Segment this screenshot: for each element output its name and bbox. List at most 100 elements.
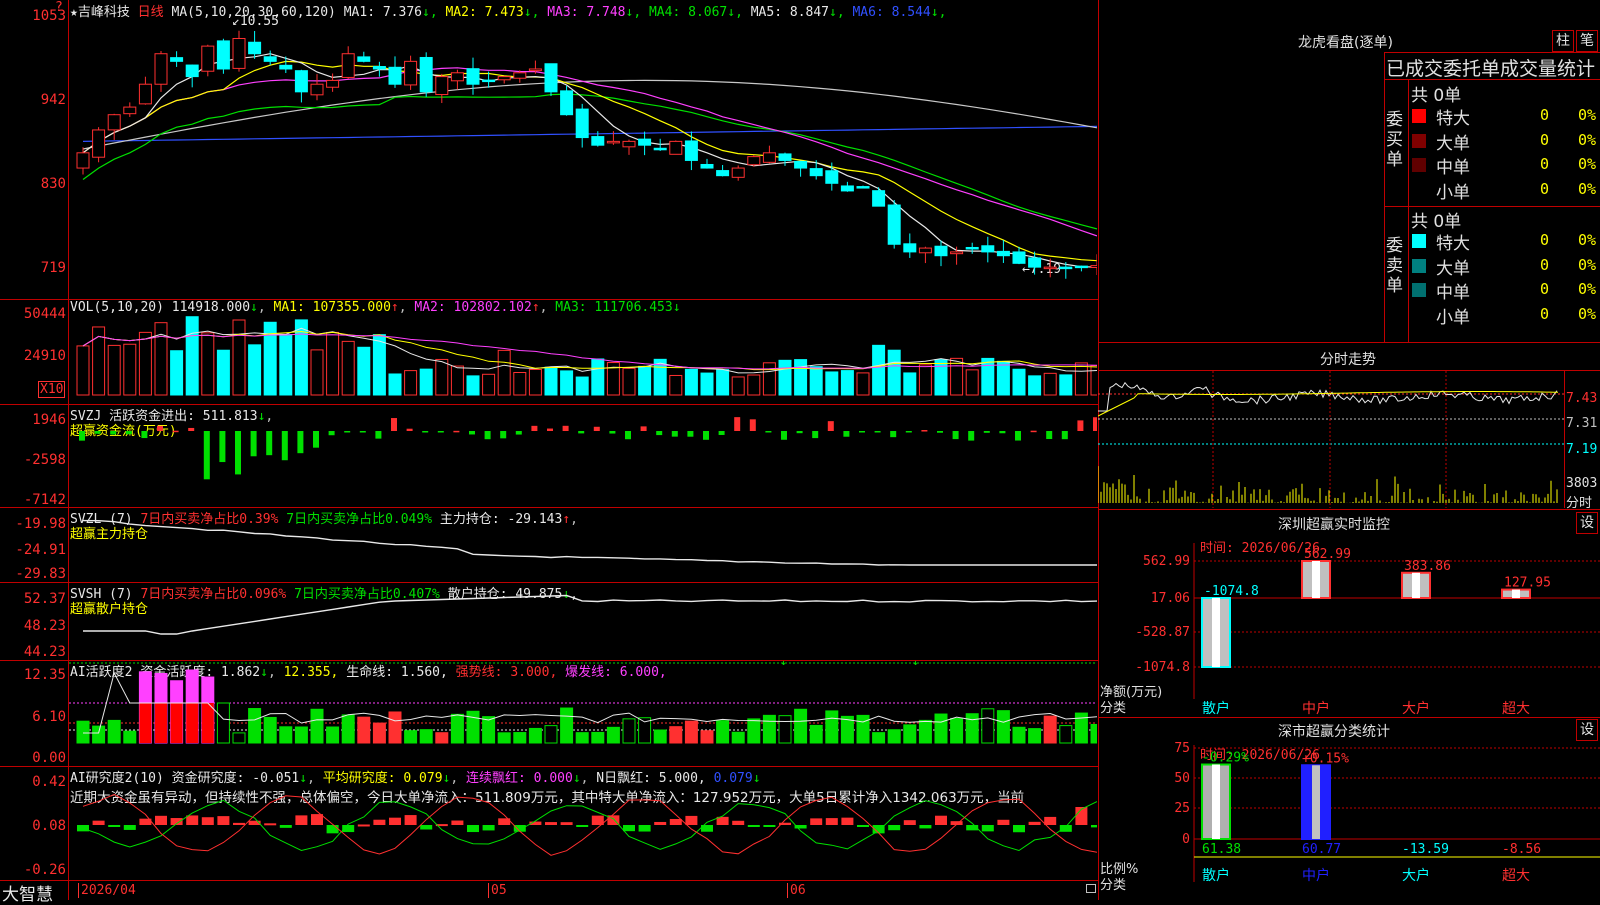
retail-holding-chart[interactable] xyxy=(69,583,1097,660)
research-bar xyxy=(108,825,121,827)
volume-chart[interactable] xyxy=(69,300,1097,404)
flow-bar xyxy=(827,421,834,431)
volume-bar xyxy=(1074,362,1088,396)
volume-bar xyxy=(1012,368,1026,396)
order-type-label: 特大 xyxy=(1436,109,1470,129)
flow-bar xyxy=(79,431,85,441)
order-count: 0 xyxy=(1540,255,1550,274)
main-holding-chart[interactable] xyxy=(69,508,1097,582)
volume-bar xyxy=(528,368,542,396)
volume-bar xyxy=(918,364,932,396)
candle xyxy=(357,56,371,62)
research-bar xyxy=(467,825,479,833)
bar-value: 127.95 xyxy=(1504,576,1551,591)
flow-bar xyxy=(1030,430,1037,433)
candle xyxy=(341,53,355,78)
bottom-value: 61.38 xyxy=(1202,842,1241,857)
arrow-icon: ↓ xyxy=(912,661,919,668)
ai-activity-chart[interactable]: ↓ ↓ xyxy=(69,661,1097,766)
candlestick-chart[interactable] xyxy=(69,0,1097,299)
flow-bar xyxy=(250,431,257,457)
bar-value: 383.86 xyxy=(1404,559,1451,574)
candle xyxy=(1090,265,1097,269)
flow-bar xyxy=(219,431,226,463)
activity-bar xyxy=(263,716,277,744)
order-type-label: 中单 xyxy=(1436,283,1470,303)
lock-icon[interactable] xyxy=(1086,884,1096,893)
candle xyxy=(856,186,870,189)
flow-bar xyxy=(718,431,725,435)
activity-bar xyxy=(92,725,106,744)
volume-bar xyxy=(248,344,262,396)
candle xyxy=(279,64,293,70)
month-06: 06 xyxy=(787,883,806,898)
order-pct: 0% xyxy=(1578,280,1597,298)
activity-bar xyxy=(747,718,761,744)
flow-bar xyxy=(781,431,787,440)
volume-bar xyxy=(965,369,979,396)
sz-settings-button[interactable]: 设 xyxy=(1576,512,1598,534)
research-bar xyxy=(389,817,401,825)
flow-bar xyxy=(453,430,460,433)
volume-bar xyxy=(1059,374,1073,396)
activity-bar xyxy=(544,725,558,744)
flow-bar xyxy=(1093,417,1097,431)
candle xyxy=(419,56,433,93)
sz-tick: -528.87 xyxy=(1135,625,1190,640)
bar-mode-button[interactable]: 柱 xyxy=(1552,30,1574,52)
volume-bar xyxy=(778,359,792,396)
ma-line xyxy=(82,67,1097,237)
order-type-label: 大单 xyxy=(1436,258,1470,279)
volume-bar xyxy=(825,371,839,396)
volume-bar xyxy=(887,349,901,396)
pen-mode-button[interactable]: 笔 xyxy=(1576,30,1598,52)
research-bar xyxy=(201,817,214,825)
sh-tick: 75 xyxy=(1174,741,1190,756)
flow-bar xyxy=(188,427,195,431)
candle xyxy=(825,170,839,184)
flow-bar xyxy=(905,431,912,433)
ai-research-chart[interactable] xyxy=(69,767,1097,880)
volume-bar xyxy=(404,370,418,396)
flow-bar xyxy=(141,431,148,439)
candle xyxy=(840,185,854,192)
category-label: 散户 xyxy=(1202,867,1230,884)
activity-bar xyxy=(918,719,932,744)
research-bar xyxy=(186,815,199,825)
sh-stats-chart[interactable]: 75 50 25 0 -0.29% +0.15% 61.38 60.77 -13.59 -8.56… xyxy=(1098,740,1600,900)
flow-bar xyxy=(297,431,304,454)
price-tick: 1053 xyxy=(32,8,66,24)
candle xyxy=(123,106,137,115)
volume-bar xyxy=(419,368,433,396)
volume-bar xyxy=(232,319,246,396)
sz-tick: 562.99 xyxy=(1143,554,1190,569)
ai-research-tick: -0.26 xyxy=(23,862,66,878)
volume-bar xyxy=(731,376,745,396)
price-tick: 942 xyxy=(40,92,66,108)
volume-bar xyxy=(372,334,386,396)
sz-monitor-chart[interactable]: 562.99 17.06 -528.87 -1074.8 -1074.8 散户 562.99… xyxy=(1098,533,1600,716)
intraday-chart[interactable] xyxy=(1098,371,1564,508)
candle xyxy=(138,83,152,105)
sh-settings-button[interactable]: 设 xyxy=(1576,719,1598,741)
research-bar xyxy=(545,822,557,825)
candle xyxy=(1028,257,1042,268)
capital-flow-chart[interactable] xyxy=(69,405,1097,507)
candle xyxy=(154,53,168,85)
activity-bar xyxy=(950,717,964,744)
arrow-icon: ↓ xyxy=(780,661,787,668)
candle xyxy=(497,76,511,81)
ma-line xyxy=(82,60,1097,262)
research-bar xyxy=(623,825,635,832)
order-pct: 0% xyxy=(1578,304,1597,323)
legend-swatch xyxy=(1412,109,1426,123)
volume-bar xyxy=(435,358,449,396)
candle xyxy=(591,136,605,146)
price-tick: 719 xyxy=(40,260,66,276)
sh-stats-title: 深市超赢分类统计 xyxy=(1278,724,1390,740)
flow-bar xyxy=(843,431,850,437)
order-pct: 0% xyxy=(1578,179,1597,198)
activity-bar xyxy=(326,726,340,744)
legend-swatch xyxy=(1412,283,1426,297)
candle xyxy=(981,245,995,253)
